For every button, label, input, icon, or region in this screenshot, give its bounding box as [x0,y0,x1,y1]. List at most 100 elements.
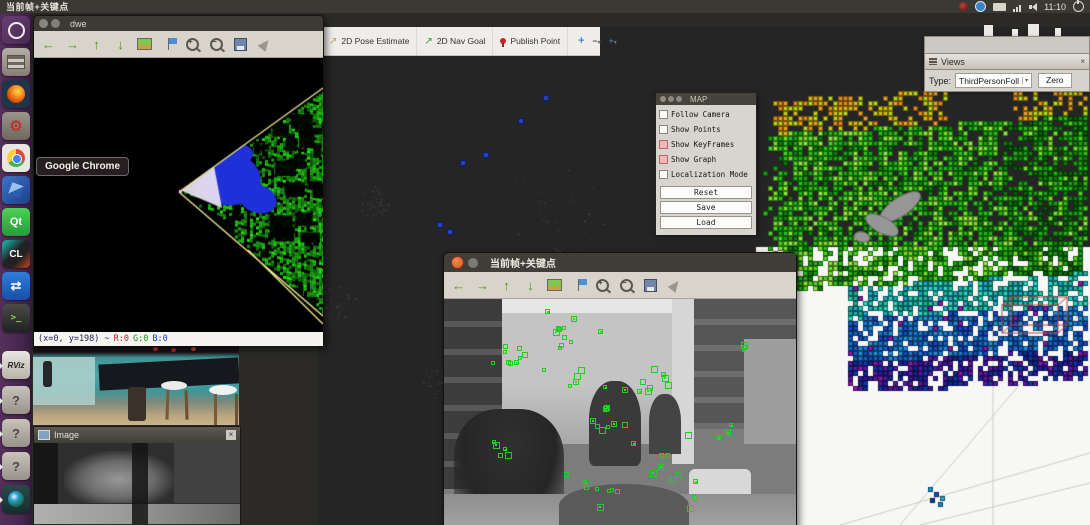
keyboard-icon[interactable] [993,2,1007,11]
octomap-pointcloud-view[interactable] [750,55,1090,525]
orb-keypoint-marker [611,421,618,428]
checkbox-label: Show Points [671,125,721,134]
camera-lens-icon [8,491,24,507]
launcher-item-rviz[interactable]: RViz [0,351,30,379]
orb-keypoint-marker [684,431,692,439]
orb-keypoint-marker [597,503,605,511]
publish-point-pin-icon [500,38,507,47]
image-view-icon[interactable] [547,278,562,293]
checkbox-icon[interactable] [659,110,668,119]
map-checkbox-localization-mode[interactable]: Localization Mode [656,167,756,182]
orb-keypoint-marker [742,348,747,353]
zoom-out-icon[interactable]: − [619,278,634,293]
image-view-icon[interactable] [137,37,152,52]
checkbox-icon[interactable] [659,125,668,134]
back-arrow-icon[interactable]: ← [41,37,56,52]
zero-button[interactable]: Zero [1038,73,1072,88]
zoom-in-icon[interactable]: + [185,37,200,52]
orb-keypoint-marker [658,464,665,471]
launcher-item-unknown-1[interactable]: ? [0,386,30,414]
pointer-tool-icon[interactable] [667,277,682,293]
launcher-item-settings[interactable]: ⚙ [2,112,30,140]
orb-keypoint-marker [561,334,567,340]
map-checkbox-follow-camera[interactable]: Follow Camera [656,107,756,122]
dwe-minimize-button[interactable] [51,19,60,28]
move-camera-tool-button[interactable]: + [578,35,584,47]
dwe-close-button[interactable] [39,19,48,28]
map-checkbox-show-graph[interactable]: Show Graph [656,152,756,167]
launcher-item-qt-creator[interactable]: Qt [2,208,30,236]
launcher-item-firefox[interactable] [2,80,30,108]
network-icon[interactable] [1013,2,1022,12]
pose-estimate-tool-button[interactable]: ↗ 2D Pose Estimate [322,27,418,55]
zoom-out-tool-button[interactable]: −▾ [593,36,601,46]
map-checkbox-show-keyframes[interactable]: Show KeyFrames [656,137,756,152]
forward-arrow-icon[interactable]: → [65,37,80,52]
pointer-tool-icon[interactable] [257,36,272,52]
nav-goal-tool-button[interactable]: ↗ 2D Nav Goal [417,27,494,55]
save-icon[interactable] [233,37,248,52]
orb-keypoint-marker [490,360,495,365]
back-arrow-icon[interactable]: ← [451,278,466,293]
launcher-item-teamviewer[interactable]: ⇄ [2,272,30,300]
image-panel-titlebar[interactable]: Image × [34,427,240,443]
views-type-select[interactable]: ThirdPersonFoll ▾ [955,73,1033,88]
views-panel-titlebar[interactable]: Views × [924,53,1090,70]
map-checkbox-show-points[interactable]: Show Points [656,122,756,137]
orb-keypoint-marker [665,382,673,390]
dwe-titlebar[interactable]: dwe [34,16,323,31]
checkbox-icon[interactable] [659,140,668,149]
checkbox-icon[interactable] [659,155,668,164]
keyframe-toolbar: ← → ↑ ↓ + − [444,272,796,299]
reset-button[interactable]: Reset [660,186,752,199]
session-menu-icon[interactable] [1073,0,1084,12]
launcher-item-files[interactable] [2,48,30,76]
save-button[interactable]: Save [660,201,752,214]
views-panel-title: Views [941,56,965,67]
clock[interactable]: 11:10 [1044,2,1066,12]
launcher-item-chrome[interactable] [2,144,30,172]
map-maximize-button[interactable] [676,96,682,102]
views-type-label: Type: [929,75,952,86]
keyframe-camera-view[interactable] [444,299,796,525]
save-icon[interactable] [643,278,658,293]
keyframe-close-button[interactable] [451,256,464,269]
laser-scan-view[interactable] [34,58,323,332]
map-panel-titlebar[interactable]: MAP [656,93,756,105]
zoom-in-icon[interactable]: + [595,278,610,293]
down-arrow-icon[interactable]: ↓ [523,278,538,293]
launcher-item-camera[interactable] [0,485,30,513]
launcher-item-blue-app[interactable] [2,176,30,204]
launcher-item-terminal[interactable]: >_ [2,304,30,332]
views-panel-close-icon[interactable]: × [1080,57,1085,66]
input-method-icon[interactable] [975,1,987,12]
orb-keypoint-marker [595,487,600,492]
flag-icon[interactable] [161,37,177,52]
image-panel-close-icon[interactable]: × [226,430,236,440]
launcher-item-clion[interactable]: CL [2,240,30,268]
launcher-item-unknown-3[interactable]: ? [0,452,30,480]
up-arrow-icon[interactable]: ↑ [499,278,514,293]
map-minimize-button[interactable] [668,96,674,102]
focus-camera-tool-button[interactable]: +▾ [609,36,617,46]
g-value: G:0 [133,334,149,344]
map-close-button[interactable] [660,96,666,102]
orb-keypoint-marker [563,471,569,477]
orb-keypoint-marker [502,446,507,451]
image-panel-icon [38,430,50,440]
keyframe-titlebar[interactable]: 当前帧+关键点 [444,253,796,272]
orb-keypoint-marker [693,478,699,484]
zoom-out-icon[interactable]: − [209,37,224,52]
up-arrow-icon[interactable]: ↑ [89,37,104,52]
load-button[interactable]: Load [660,216,752,229]
forward-arrow-icon[interactable]: → [475,278,490,293]
down-arrow-icon[interactable]: ↓ [113,37,128,52]
publish-point-tool-button[interactable]: Publish Point [493,27,569,55]
launcher-item-unknown-2[interactable]: ? [0,419,30,447]
volume-icon[interactable] [1029,2,1038,11]
flag-icon[interactable] [571,278,587,293]
record-icon[interactable] [959,2,969,11]
keyframe-minimize-button[interactable] [468,257,478,268]
checkbox-icon[interactable] [659,170,668,179]
launcher-item-dash[interactable] [2,16,30,44]
